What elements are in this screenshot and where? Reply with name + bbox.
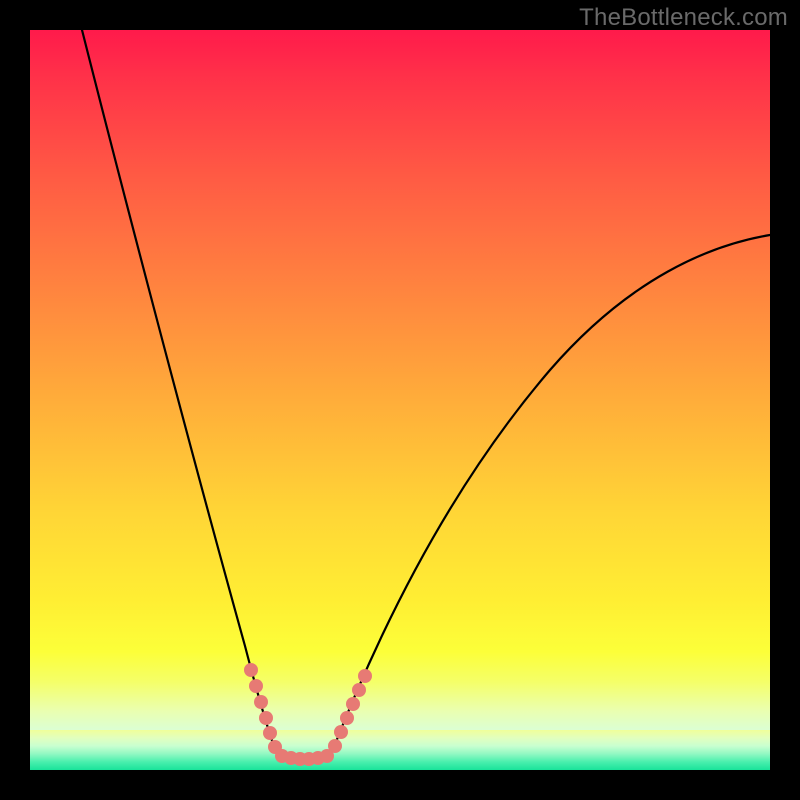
- bead-marker: [334, 725, 348, 739]
- watermark-text: TheBottleneck.com: [579, 4, 788, 32]
- beads-right: [328, 669, 372, 753]
- curve-left-branch: [82, 30, 276, 752]
- bead-marker: [346, 697, 360, 711]
- bead-marker: [340, 711, 354, 725]
- beads-floor: [275, 749, 334, 766]
- beads-left: [244, 663, 282, 754]
- bead-marker: [320, 749, 334, 763]
- bead-marker: [259, 711, 273, 725]
- chart-frame: TheBottleneck.com: [0, 0, 800, 800]
- bead-marker: [254, 695, 268, 709]
- bead-marker: [352, 683, 366, 697]
- bead-marker: [249, 679, 263, 693]
- curve-right-branch: [332, 235, 770, 752]
- bead-marker: [244, 663, 258, 677]
- bead-marker: [263, 726, 277, 740]
- bead-marker: [358, 669, 372, 683]
- plot-area: [30, 30, 770, 770]
- curve-layer: [30, 30, 770, 770]
